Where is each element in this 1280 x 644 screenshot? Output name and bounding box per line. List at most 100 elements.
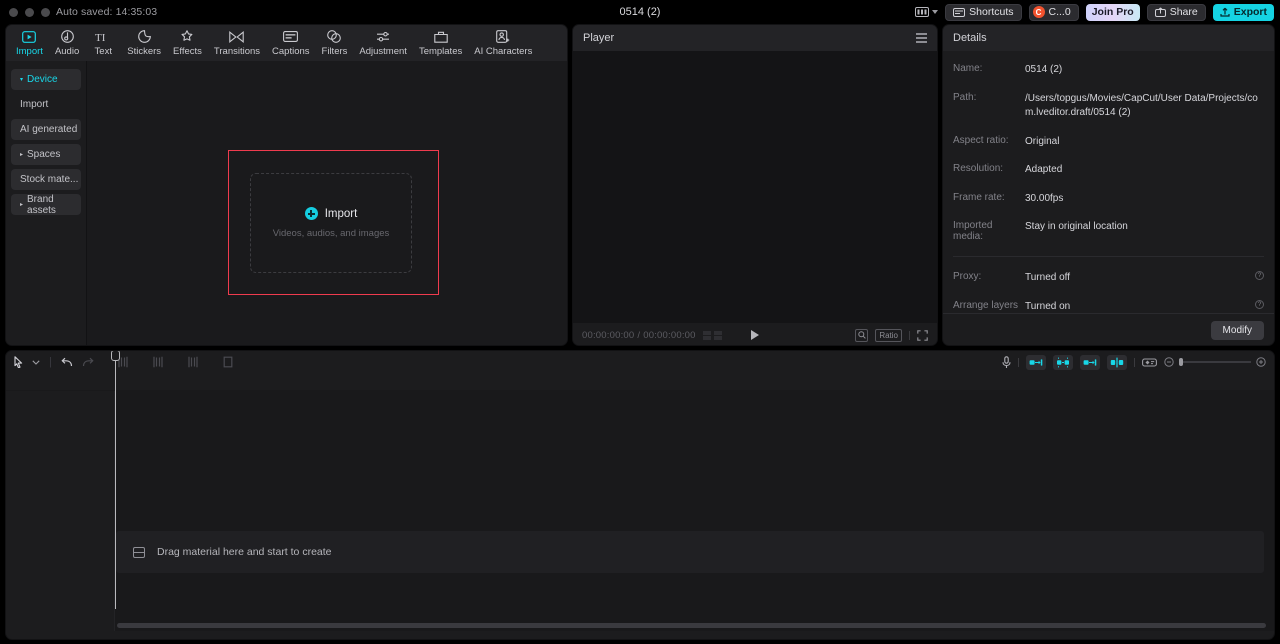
player-total-time: 00:00:00:00: [643, 329, 696, 341]
timeline-tools-left: |: [14, 356, 234, 368]
timecode-format-icons[interactable]: [702, 330, 722, 340]
chevron-down-icon[interactable]: [32, 359, 40, 365]
share-button[interactable]: Share: [1146, 3, 1206, 21]
media-content-area: Import Videos, audios, and images: [87, 61, 567, 345]
tab-text[interactable]: TI Text: [85, 25, 121, 61]
timeline-horizontal-scrollbar[interactable]: [117, 623, 1266, 628]
keyframe-icon[interactable]: [1142, 357, 1157, 368]
timeline-zoom-slider[interactable]: [1164, 357, 1266, 367]
sidebar-item-import[interactable]: Import: [11, 94, 81, 115]
zoom-slider-track[interactable]: [1179, 358, 1251, 366]
import-dropzone[interactable]: Import Videos, audios, and images: [250, 173, 412, 273]
keyboard-icon[interactable]: [915, 7, 939, 17]
media-panel: Import Audio TI Text Stickers Effects Tr…: [5, 24, 568, 346]
zoom-out-icon[interactable]: [1164, 357, 1174, 367]
tab-audio[interactable]: Audio: [49, 25, 85, 61]
ratio-button[interactable]: Ratio: [875, 328, 902, 342]
details-row-path: Path: /Users/topgus/Movies/CapCut/User D…: [943, 92, 1274, 121]
sidebar-item-brand-assets-label: Brand assets: [27, 193, 56, 216]
media-placeholder-icon: [133, 546, 145, 558]
export-button[interactable]: Export: [1212, 3, 1274, 21]
select-tool-icon[interactable]: [14, 356, 23, 368]
undo-icon[interactable]: [61, 357, 73, 368]
import-dropzone-subtitle: Videos, audios, and images: [272, 228, 390, 239]
modify-button[interactable]: Modify: [1210, 321, 1264, 340]
captions-icon: [283, 30, 299, 44]
tab-templates[interactable]: Templates: [413, 25, 468, 61]
tab-adjustment[interactable]: Adjustment: [353, 25, 413, 61]
mirror-icon[interactable]: [1107, 354, 1127, 370]
tab-import[interactable]: Import: [10, 25, 49, 61]
trim-left-icon[interactable]: [152, 356, 164, 368]
hamburger-menu-icon[interactable]: [916, 33, 927, 43]
close-window-button[interactable]: [9, 7, 18, 17]
details-key: Imported media:: [953, 220, 993, 242]
media-sidebar: ▾ Device Import AI generated ▸ Spaces St…: [6, 61, 86, 345]
minimize-window-button[interactable]: [25, 7, 34, 17]
tab-ai-characters[interactable]: AI Characters: [468, 25, 538, 61]
trim-right-icon[interactable]: [187, 356, 199, 368]
empty-track-hint: Drag material here and start to create: [157, 546, 332, 558]
details-key: Path:: [953, 91, 977, 103]
share-label: Share: [1169, 6, 1198, 18]
magnify-icon[interactable]: [855, 328, 869, 342]
auto-cut-icon[interactable]: [1026, 354, 1046, 370]
filters-icon: [327, 30, 342, 44]
tab-captions[interactable]: Captions: [266, 25, 316, 61]
sidebar-item-stock-materials[interactable]: Stock mate...: [11, 169, 81, 190]
timeline-ruler[interactable]: [6, 373, 1274, 391]
player-canvas[interactable]: [573, 51, 937, 323]
empty-track-dropzone[interactable]: Drag material here and start to create: [116, 531, 1264, 573]
fullscreen-icon[interactable]: [917, 329, 928, 341]
player-header: Player: [573, 25, 937, 51]
smart-edit-icon[interactable]: [1053, 354, 1073, 370]
microphone-icon[interactable]: [1002, 355, 1011, 369]
timeline-toolbar: |: [6, 351, 1274, 373]
tab-stickers[interactable]: Stickers: [121, 25, 167, 61]
divider: [909, 330, 910, 340]
play-icon[interactable]: [751, 330, 759, 340]
sidebar-item-spaces[interactable]: ▸ Spaces: [11, 144, 81, 165]
adjustment-icon: [376, 30, 391, 44]
details-key: Resolution:: [953, 163, 1004, 174]
player-controls: 00:00:00:00 / 00:00:00:00 Ratio: [573, 323, 937, 345]
details-key: Frame rate:: [953, 191, 1005, 203]
shortcuts-button[interactable]: Shortcuts: [945, 3, 1022, 21]
details-row-frame-rate: Frame rate: 30.00fps: [943, 192, 1274, 207]
details-row-resolution: Resolution: Adapted: [943, 163, 1274, 178]
sidebar-item-brand-assets[interactable]: ▸ Brand assets: [11, 193, 81, 216]
crop-icon[interactable]: [222, 356, 234, 368]
tab-effects[interactable]: Effects: [167, 25, 208, 61]
maximize-window-button[interactable]: [41, 7, 50, 17]
tab-transitions-label: Transitions: [213, 45, 261, 57]
details-value: Original: [1025, 135, 1060, 147]
credits-button[interactable]: C C...0: [1028, 3, 1079, 21]
grid-icon: [713, 330, 722, 340]
playhead-handle[interactable]: [111, 351, 120, 361]
link-clip-icon[interactable]: [1080, 354, 1100, 370]
media-body: ▾ Device Import AI generated ▸ Spaces St…: [6, 61, 567, 345]
sidebar-item-stock-materials-label: Stock mate...: [20, 174, 79, 185]
tab-filters[interactable]: Filters: [316, 25, 354, 61]
zoom-slider-handle[interactable]: [1179, 358, 1183, 366]
zoom-in-icon[interactable]: [1256, 357, 1266, 367]
details-row-proxy: Proxy: Turned off ?: [943, 271, 1274, 286]
player-current-time[interactable]: 00:00:00:00: [582, 330, 634, 341]
timeline-tracks[interactable]: Drag material here and start to create: [6, 391, 1274, 631]
stickers-icon: [137, 30, 151, 44]
help-icon[interactable]: ?: [1255, 299, 1264, 309]
redo-icon[interactable]: [82, 357, 94, 368]
svg-text:TI: TI: [95, 32, 106, 43]
timeline-playhead[interactable]: [111, 351, 120, 609]
chevron-down-icon: [932, 10, 939, 14]
export-icon: [1220, 7, 1230, 17]
help-icon[interactable]: ?: [1255, 271, 1264, 280]
details-key: Name:: [953, 63, 983, 74]
details-value: 30.00fps: [1025, 192, 1064, 204]
tab-transitions[interactable]: Transitions: [208, 25, 266, 61]
sidebar-item-device[interactable]: ▾ Device: [11, 69, 81, 90]
window-controls[interactable]: [0, 7, 50, 17]
details-footer: Modify: [943, 313, 1274, 345]
join-pro-button[interactable]: Join Pro: [1085, 3, 1140, 21]
sidebar-item-ai-generated[interactable]: AI generated: [11, 119, 81, 140]
